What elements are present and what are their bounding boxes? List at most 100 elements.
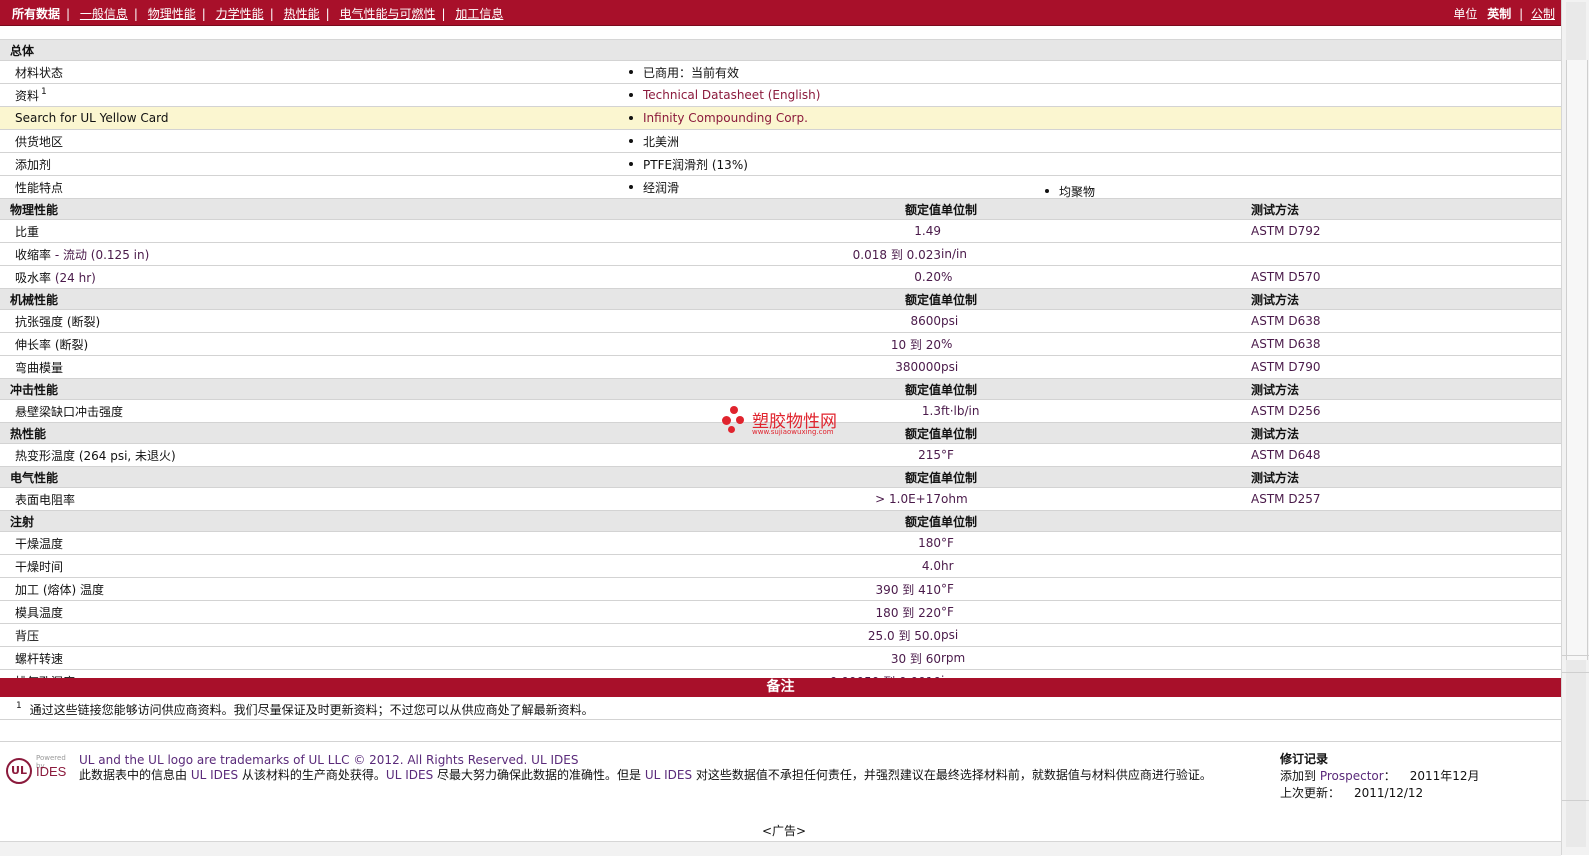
watermark-logo: 塑胶物性网 www.sujiaowuxing.com	[722, 404, 862, 440]
property-label: 吸水率 (24 hr)	[0, 265, 310, 289]
property-values: 已商用：当前有效	[310, 60, 1562, 84]
column-header-unit: 单位制	[941, 288, 1251, 310]
property-unit: rpm	[941, 646, 1251, 670]
property-label: 性能特点	[0, 175, 310, 199]
tab-general-info[interactable]: 一般信息	[80, 7, 128, 21]
table-row: 表面电阻率 > 1.0E+17 ohm ASTM D257	[0, 487, 1562, 511]
property-unit: °F	[941, 577, 1251, 601]
section-title: 热性能	[0, 422, 310, 444]
property-value: 北美洲	[643, 134, 680, 149]
property-value: > 1.0E+17	[310, 487, 941, 511]
property-value: 30 到 60	[310, 646, 941, 670]
property-label: 悬壁梁缺口冲击强度	[0, 399, 310, 423]
section-header: 机械性能 额定值 单位制 测试方法	[0, 288, 1562, 310]
property-value: PTFE润滑剂 (13%)	[643, 157, 748, 172]
property-unit	[941, 219, 1251, 243]
trademark-line: UL and the UL logo are trademarks of UL …	[79, 753, 579, 767]
property-unit: hr	[941, 554, 1251, 578]
column-header-method: 测试方法	[1251, 466, 1562, 488]
column-header-unit: 单位制	[941, 422, 1251, 444]
ad-slot[interactable]: <广告>	[762, 822, 806, 839]
property-label: 收缩率 - 流动 (0.125 in)	[0, 242, 310, 266]
property-unit: °F	[941, 531, 1251, 555]
property-unit: psi	[941, 355, 1251, 379]
property-label: 抗张强度 (断裂)	[0, 309, 310, 333]
property-link[interactable]: Infinity Compounding Corp.	[643, 111, 808, 125]
table-row: 伸长率 (断裂) 10 到 20% ASTM D638	[0, 332, 1562, 356]
property-value: 0.20	[310, 265, 941, 289]
footnote-marker: 1	[16, 701, 22, 711]
horizontal-scrollbar[interactable]	[0, 841, 1561, 856]
table-row: 模具温度 180 到 220 °F	[0, 600, 1562, 624]
property-value: 1.49	[310, 219, 941, 243]
tab-list: 所有数据 | 一般信息 | 物理性能 | 力学性能 | 热性能 | 电气性能与可燃性 | 加…	[12, 7, 504, 21]
divider	[0, 741, 1561, 742]
property-unit: °F	[941, 600, 1251, 624]
property-label: 伸长率 (断裂)	[0, 332, 310, 356]
property-value: 25.0 到 50.0	[310, 623, 941, 647]
property-unit: psi	[941, 623, 1251, 647]
test-method: ASTM D648	[1251, 443, 1562, 467]
datasheet-page: 所有数据 | 一般信息 | 物理性能 | 力学性能 | 热性能 | 电气性能与可燃性 | 加…	[0, 0, 1562, 855]
test-method: ASTM D790	[1251, 355, 1562, 379]
property-link[interactable]: Technical Datasheet (English)	[643, 88, 820, 102]
vertical-scrollbar[interactable]	[1561, 0, 1589, 855]
revision-updated: 上次更新： 2011/12/12	[1280, 786, 1424, 800]
section-header: 注射 额定值 单位制	[0, 510, 1562, 532]
test-method: ASTM D257	[1251, 487, 1562, 511]
scrollbar-thumb[interactable]	[1566, 60, 1588, 660]
prospector-link[interactable]: Prospector	[1320, 769, 1384, 783]
logo-ides: IDES	[36, 764, 67, 779]
section-title: 电气性能	[0, 466, 310, 488]
tab-all-data[interactable]: 所有数据	[12, 7, 60, 21]
spacer	[0, 26, 1561, 40]
property-unit: ft·lb/in	[941, 399, 1251, 423]
table-row: 供货地区 北美洲	[0, 129, 1562, 153]
property-label: 资料 1	[0, 83, 310, 107]
footnote-text: 通过这些链接您能够访问供应商资料。我们尽量保证及时更新资料；不过您可以从供应商处…	[29, 703, 594, 717]
property-value: 4.0	[310, 554, 941, 578]
property-values: PTFE润滑剂 (13%)	[310, 152, 1562, 176]
test-method	[1251, 577, 1562, 601]
tab-thermal[interactable]: 热性能	[284, 7, 320, 21]
table-row: 背压 25.0 到 50.0 psi	[0, 623, 1562, 647]
test-method	[1251, 242, 1562, 266]
revision-added: 添加到 Prospector： 2011年12月	[1280, 769, 1480, 783]
footnote: 1 通过这些链接您能够访问供应商资料。我们尽量保证及时更新资料；不过您可以从供应…	[14, 701, 594, 718]
property-unit: in/in	[941, 242, 1251, 266]
column-header-method: 测试方法	[1251, 378, 1562, 400]
property-values: 北美洲	[310, 129, 1562, 153]
property-value: 215	[310, 443, 941, 467]
test-method	[1251, 554, 1562, 578]
column-header-method: 测试方法	[1251, 288, 1562, 310]
property-label: 材料状态	[0, 60, 310, 84]
property-label: Search for UL Yellow Card	[0, 106, 310, 130]
top-nav-bar: 所有数据 | 一般信息 | 物理性能 | 力学性能 | 热性能 | 电气性能与可燃性 | 加…	[0, 0, 1561, 26]
column-header-method: 测试方法	[1251, 422, 1562, 444]
table-row: 材料状态 已商用：当前有效	[0, 60, 1562, 84]
properties-table: 总体 材料状态 已商用：当前有效 资料 1 Technical Datasheet (En…	[0, 40, 1562, 693]
tab-mechanical[interactable]: 力学性能	[216, 7, 264, 21]
column-header-unit: 单位制	[941, 466, 1251, 488]
property-values: Infinity Compounding Corp.	[310, 106, 1562, 130]
test-method	[1251, 646, 1562, 670]
watermark-url: www.sujiaowuxing.com	[752, 428, 834, 436]
column-header-value: 额定值	[310, 288, 941, 310]
table-row: 加工 (熔体) 温度 390 到 410 °F	[0, 577, 1562, 601]
property-label: 弯曲模量	[0, 355, 310, 379]
ul-ides-logo[interactable]: UL Powered by IDES	[6, 752, 70, 786]
section-header: 物理性能 额定值 单位制 测试方法	[0, 198, 1562, 220]
tab-physical[interactable]: 物理性能	[148, 7, 196, 21]
test-method: ASTM D792	[1251, 219, 1562, 243]
section-header: 冲击性能 额定值 单位制 测试方法	[0, 378, 1562, 400]
test-method: ASTM D638	[1251, 309, 1562, 333]
notes-header: 备注	[0, 678, 1561, 697]
section-header: 总体	[0, 40, 1562, 61]
units-metric-link[interactable]: 公制	[1531, 7, 1555, 21]
divider	[0, 719, 1561, 720]
property-label: 模具温度	[0, 600, 310, 624]
ul-logo-mark: UL	[6, 758, 32, 784]
tab-electrical[interactable]: 电气性能与可燃性	[339, 7, 435, 21]
tab-processing[interactable]: 加工信息	[455, 7, 503, 21]
property-label: 干燥温度	[0, 531, 310, 555]
